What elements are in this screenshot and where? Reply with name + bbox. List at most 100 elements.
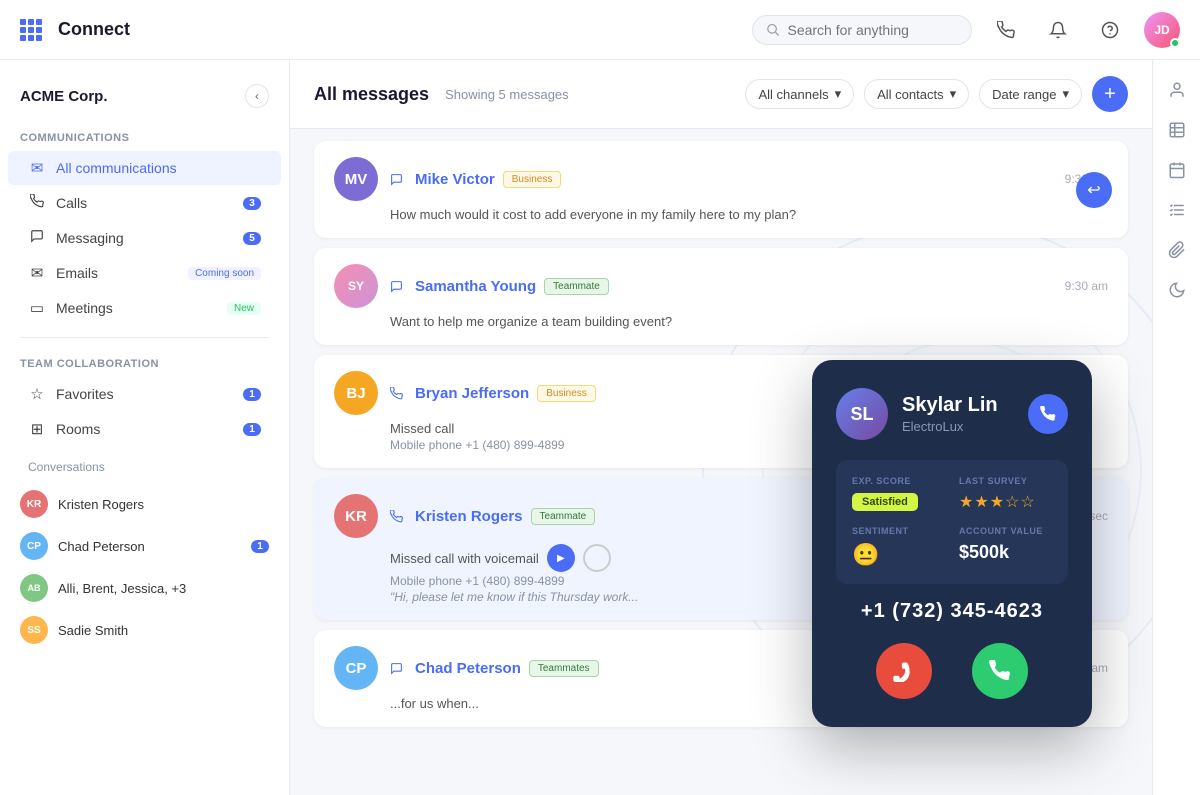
sentiment-label: SENTIMENT [852,526,945,536]
exp-score-label: EXP. SCORE [852,476,945,486]
msg-name-kristen: Kristen Rogers [415,508,523,525]
phone-icon-button[interactable] [988,12,1024,48]
conv-chad-peterson[interactable]: CP Chad Peterson 1 [0,525,289,567]
call-popup-phone-button[interactable] [1028,394,1068,434]
help-icon-button[interactable] [1092,12,1128,48]
message-type-icon-chad [390,662,403,675]
msg-info-samantha: Samantha Young Teammate [390,278,1053,295]
account-value-label: ACCOUNT VALUE [959,526,1052,536]
chad-badge: 1 [251,540,269,553]
search-bar[interactable] [752,15,972,45]
calendar-rail-icon[interactable] [1159,152,1195,188]
message-type-icon-mike [390,173,403,186]
account-value: $500k [959,542,1052,563]
call-action-buttons [836,643,1068,699]
chevron-down-icon-3: ▾ [1062,86,1069,102]
content-wrapper: All messages Showing 5 messages All chan… [290,60,1152,795]
filter-all-channels[interactable]: All channels ▾ [745,79,854,109]
add-button[interactable]: + [1092,76,1128,112]
sidebar: ACME Corp. ‹ Communications ✉ All commun… [0,60,290,795]
navbar: Connect JD [0,0,1200,60]
caller-details: Skylar Lin ElectroLux [902,394,998,434]
sidebar-item-calls[interactable]: Calls 3 [8,186,281,220]
conv-sadie-smith[interactable]: SS Sadie Smith [0,609,289,651]
message-type-icon-samantha [390,280,403,293]
search-icon [767,23,779,37]
chevron-down-icon-2: ▾ [950,86,957,102]
emails-badge: Coming soon [188,267,261,280]
msg-name-row-samantha: Samantha Young Teammate [390,278,1053,295]
tasks-rail-icon[interactable] [1159,192,1195,228]
sidebar-item-messaging[interactable]: Messaging 5 [8,221,281,255]
conv-alli-group[interactable]: AB Alli, Brent, Jessica, +3 [0,567,289,609]
emails-label: Emails [56,265,178,281]
account-value-block: ACCOUNT VALUE $500k [959,526,1052,568]
caller-stats: EXP. SCORE Satisfied LAST SURVEY ★★★☆☆ S… [836,460,1068,584]
user-avatar[interactable]: JD [1144,12,1180,48]
exp-score-block: EXP. SCORE Satisfied [852,476,945,512]
team-section-title: Team collaboration [0,350,289,376]
sidebar-item-rooms[interactable]: ⊞ Rooms 1 [8,412,281,446]
org-name: ACME Corp. [20,88,108,105]
search-input[interactable] [787,22,957,38]
msg-avatar-bryan: BJ [334,371,378,415]
call-type-icon-bryan [390,387,403,400]
caller-avatar: SL [836,388,888,440]
msg-header-samantha: SY Samantha Young Teammate 9:30 am [334,264,1108,308]
meetings-badge: New [227,302,261,315]
online-indicator [1170,38,1180,48]
msg-avatar-chad: CP [334,646,378,690]
messaging-label: Messaging [56,230,233,246]
filter-buttons: All channels ▾ All contacts ▾ Date range… [745,76,1128,112]
filter-date-range[interactable]: Date range ▾ [979,79,1082,109]
rooms-icon: ⊞ [28,420,46,438]
msg-name-chad: Chad Peterson [415,660,521,677]
bell-icon-button[interactable] [1040,12,1076,48]
missed-call-text: Missed call with voicemail [390,551,539,566]
emails-icon: ✉ [28,264,46,282]
msg-badge-kristen: Teammate [531,508,596,525]
sidebar-item-all-communications[interactable]: ✉ All communications [8,151,281,185]
sidebar-item-favorites[interactable]: ☆ Favorites 1 [8,377,281,411]
calls-badge: 3 [243,197,261,210]
msg-text-samantha: Want to help me organize a team building… [334,314,1108,329]
msg-text-mike: How much would it cost to add everyone i… [334,207,1108,222]
filter-channels-label: All channels [758,87,828,102]
play-button[interactable]: ▶ [547,544,575,572]
conv-name-chad: Chad Peterson [58,539,241,554]
grid-icon[interactable] [20,19,42,41]
conv-avatar-chad: CP [20,532,48,560]
accept-call-button[interactable] [972,643,1028,699]
app-name: Connect [58,19,130,40]
conv-name-kristen: Kristen Rogers [58,497,269,512]
sidebar-item-meetings[interactable]: ▭ Meetings New [8,291,281,325]
sentiment-emoji: 😐 [852,542,879,567]
collapse-button[interactable]: ‹ [245,84,269,108]
rooms-badge: 1 [243,423,261,436]
conv-name-sadie: Sadie Smith [58,623,269,638]
sentiment-block: SENTIMENT 😐 [852,526,945,568]
message-card-mike-victor[interactable]: MV Mike Victor Business 9:30 am How much… [314,141,1128,238]
conv-kristen-rogers[interactable]: KR Kristen Rogers [0,483,289,525]
favorites-label: Favorites [56,386,233,402]
app-logo: Connect [58,19,130,40]
sidebar-item-emails[interactable]: ✉ Emails Coming soon [8,256,281,290]
table-rail-icon[interactable] [1159,112,1195,148]
attach-rail-icon[interactable] [1159,232,1195,268]
last-survey-label: LAST SURVEY [959,476,1052,486]
conv-name-alli: Alli, Brent, Jessica, +3 [58,581,269,596]
filter-all-contacts[interactable]: All contacts ▾ [864,79,969,109]
message-card-samantha[interactable]: SY Samantha Young Teammate 9:30 am Want … [314,248,1128,345]
navbar-actions: JD [988,12,1180,48]
decline-call-button[interactable] [876,643,932,699]
conversations-title: Conversations [8,452,281,482]
contacts-rail-icon[interactable] [1159,72,1195,108]
moon-rail-icon[interactable] [1159,272,1195,308]
msg-badge-mike: Business [503,171,562,188]
reply-button-mike[interactable]: ↩ [1076,172,1112,208]
content-header: All messages Showing 5 messages All chan… [290,60,1152,129]
call-type-icon-kristen [390,510,403,523]
msg-header-mike: MV Mike Victor Business 9:30 am [334,157,1108,201]
communications-section-title: Communications [0,124,289,150]
calls-label: Calls [56,195,233,211]
